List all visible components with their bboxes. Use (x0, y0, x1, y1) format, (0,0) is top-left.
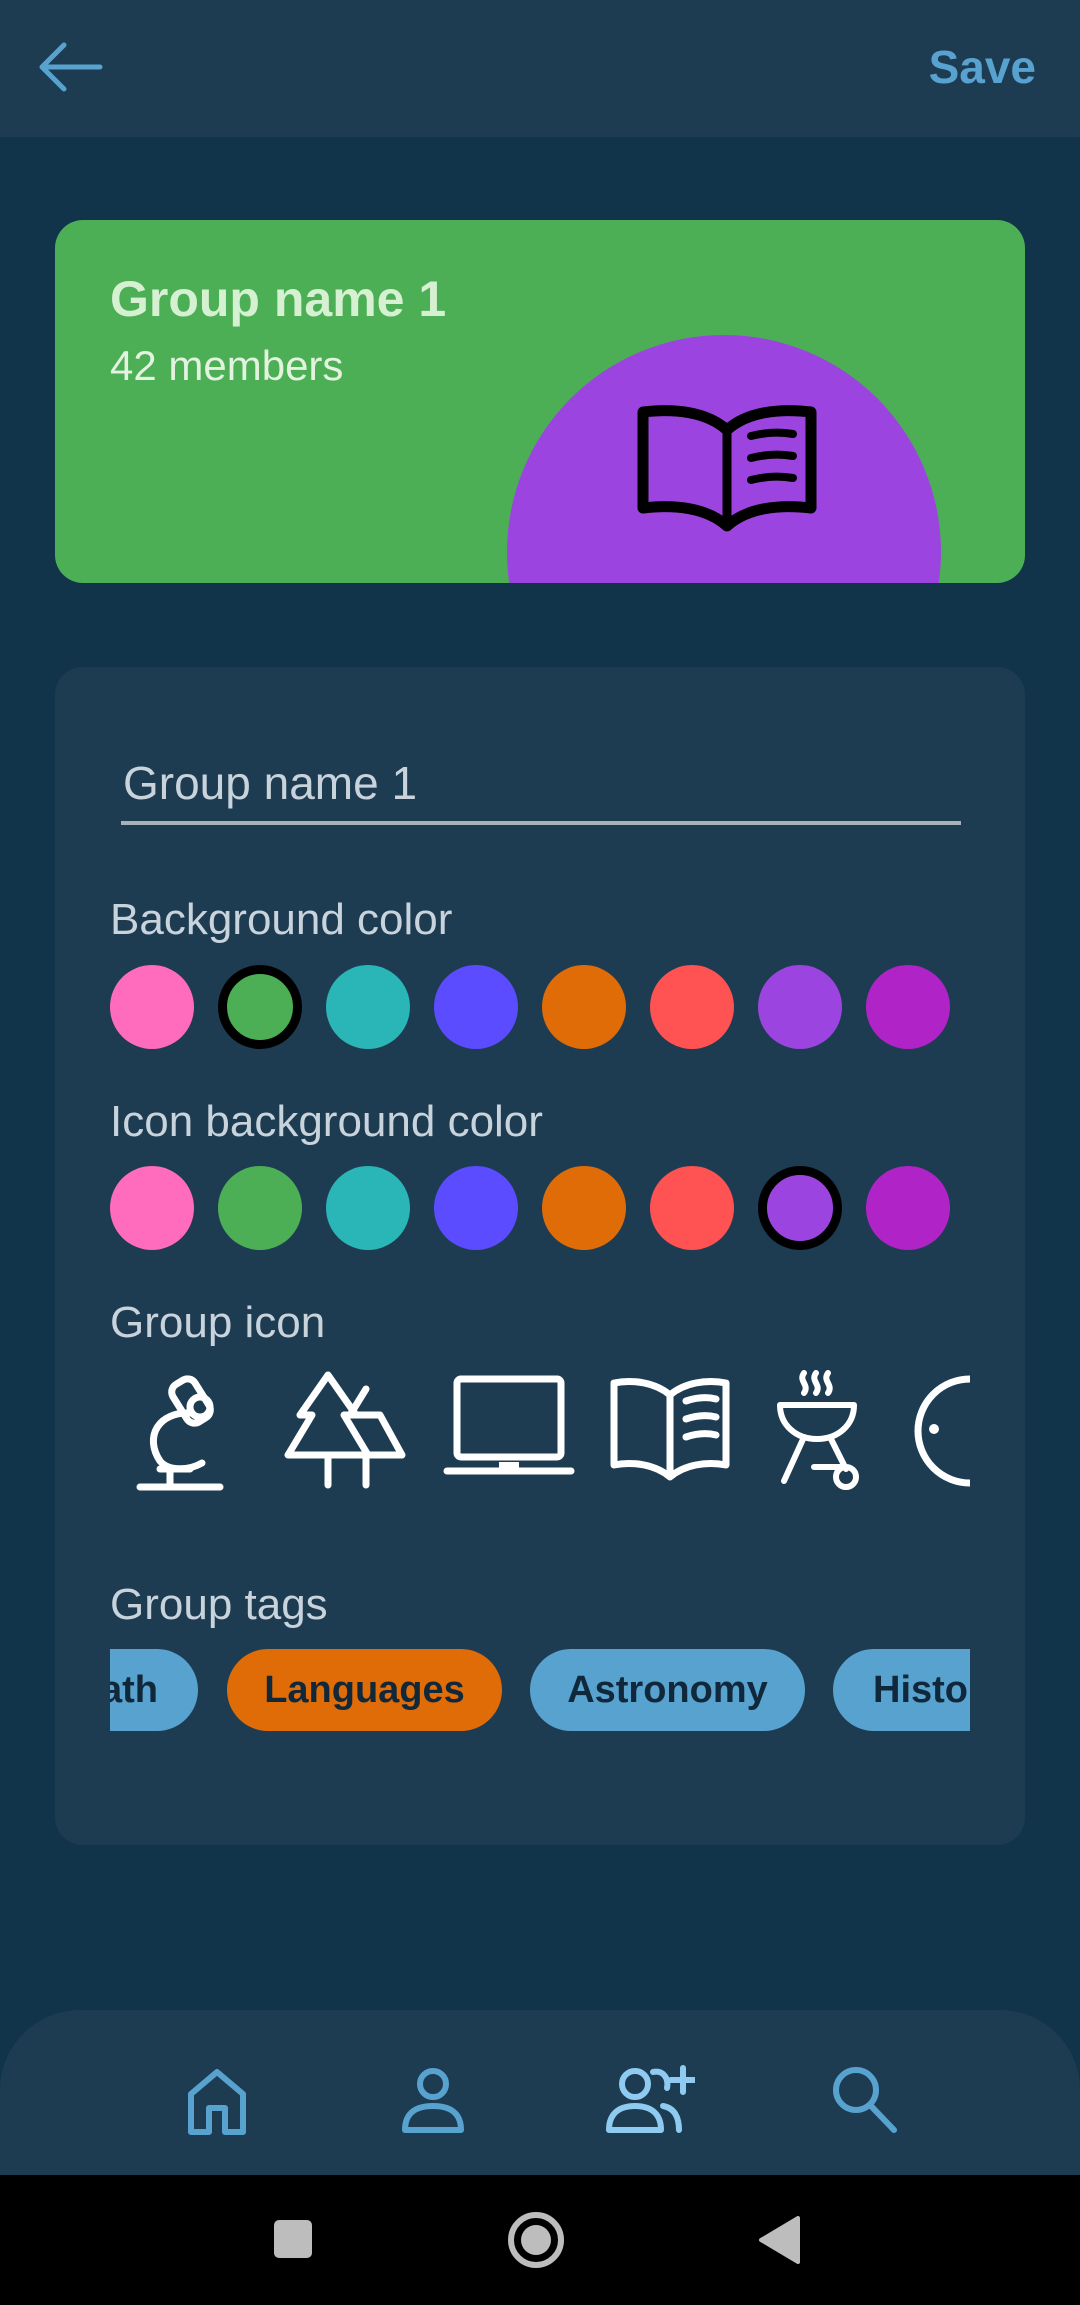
group-tags-label: Group tags (110, 1580, 328, 1629)
background-color-picker (110, 965, 970, 1049)
nav-home[interactable] (177, 2060, 257, 2140)
partial-icon[interactable] (910, 1367, 970, 1497)
grill-icon[interactable] (774, 1367, 864, 1497)
nav-profile[interactable] (393, 2060, 473, 2140)
book-icon[interactable] (608, 1367, 732, 1497)
laptop-icon[interactable] (443, 1367, 575, 1497)
icon-color-swatch-blue[interactable] (434, 1166, 518, 1250)
preview-member-count: 42 members (110, 342, 344, 389)
circle-icon[interactable] (507, 2211, 565, 2269)
icon-color-swatch-purple[interactable] (758, 1166, 842, 1250)
color-swatch-blue[interactable] (434, 965, 518, 1049)
microscope-icon[interactable] (130, 1367, 230, 1497)
color-swatch-orange[interactable] (542, 965, 626, 1049)
icon-color-swatch-orange[interactable] (542, 1166, 626, 1250)
trees-icon[interactable] (282, 1367, 408, 1497)
group-icon-picker (110, 1367, 970, 1507)
group-tags-list: ath Languages Astronomy Histor (110, 1649, 970, 1733)
background-color-label: Background color (110, 895, 453, 944)
group-name-input[interactable] (121, 753, 961, 825)
color-swatch-purple[interactable] (758, 965, 842, 1049)
arrow-left-icon (39, 42, 103, 92)
tag-chip-astronomy[interactable]: Astronomy (530, 1649, 805, 1731)
home-icon (188, 2069, 246, 2135)
group-settings-card: Background color Icon background color G… (55, 667, 1025, 1845)
icon-color-swatch-magenta[interactable] (866, 1166, 950, 1250)
icon-color-swatch-green[interactable] (218, 1166, 302, 1250)
tag-chip-languages[interactable]: Languages (227, 1649, 502, 1731)
icon-color-swatch-pink[interactable] (110, 1166, 194, 1250)
icon-color-swatch-red[interactable] (650, 1166, 734, 1250)
triangle-back-icon[interactable] (758, 2215, 800, 2265)
search-icon (833, 2067, 897, 2133)
icon-color-swatch-teal[interactable] (326, 1166, 410, 1250)
color-swatch-magenta[interactable] (866, 965, 950, 1049)
group-preview-card: Group name 1 42 members (55, 220, 1025, 583)
back-button[interactable] (34, 36, 106, 98)
save-button[interactable]: Save (929, 40, 1036, 94)
profile-icon (402, 2068, 464, 2133)
square-icon[interactable] (273, 2219, 313, 2259)
icon-background-color-picker (110, 1166, 970, 1250)
system-navigation-bar (0, 2175, 1080, 2305)
color-swatch-red[interactable] (650, 965, 734, 1049)
tag-chip-history[interactable]: Histor (833, 1649, 970, 1731)
color-swatch-pink[interactable] (110, 965, 194, 1049)
bottom-navigation (0, 2010, 1080, 2175)
color-swatch-green[interactable] (218, 965, 302, 1049)
preview-group-name: Group name 1 (110, 271, 447, 327)
tag-chip-math[interactable]: ath (110, 1649, 198, 1731)
top-app-bar: Save (0, 0, 1080, 137)
add-group-icon (606, 2065, 698, 2133)
book-icon (637, 405, 817, 532)
nav-search[interactable] (824, 2060, 904, 2140)
color-swatch-teal[interactable] (326, 965, 410, 1049)
group-icon-label: Group icon (110, 1298, 326, 1347)
nav-add-group[interactable] (605, 2060, 698, 2140)
icon-background-color-label: Icon background color (110, 1097, 543, 1146)
